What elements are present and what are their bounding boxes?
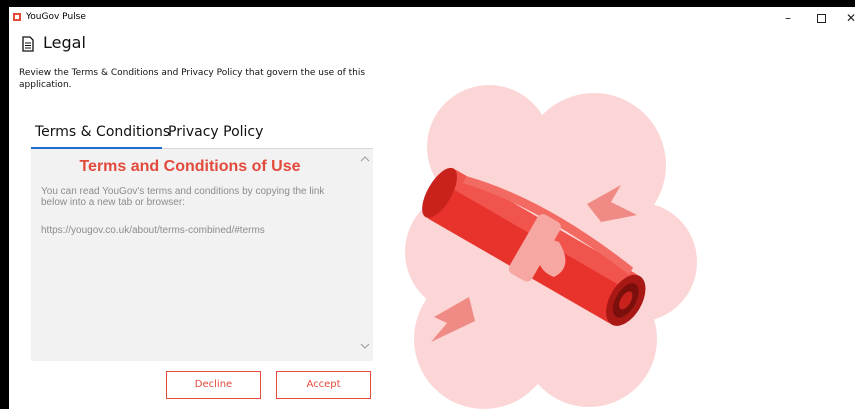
app-window: YouGov Pulse – ✕ Legal Review the Terms … (9, 7, 855, 409)
scroll-diploma-icon (405, 85, 697, 409)
scroll-down-icon[interactable] (359, 340, 371, 352)
scroll-up-icon[interactable] (359, 153, 371, 165)
tab-bar: Terms & Conditions Privacy Policy (31, 124, 373, 149)
page-title: Legal (43, 33, 86, 52)
terms-link[interactable]: https://yougov.co.uk/about/terms-combine… (41, 225, 341, 236)
app-icon (13, 13, 21, 21)
content-body: You can read YouGov's terms and conditio… (41, 186, 325, 208)
document-icon (22, 36, 34, 52)
content-heading: Terms and Conditions of Use (79, 158, 301, 175)
maximize-button[interactable] (805, 7, 837, 29)
minimize-button[interactable]: – (772, 7, 804, 29)
terms-content-panel[interactable]: Terms and Conditions of Use You can read… (31, 149, 373, 361)
app-title: YouGov Pulse (26, 12, 86, 22)
decline-button[interactable]: Decline (166, 371, 261, 399)
page-description: Review the Terms & Conditions and Privac… (19, 68, 366, 90)
title-bar: YouGov Pulse – ✕ (9, 7, 855, 29)
tab-terms-conditions[interactable]: Terms & Conditions (35, 124, 170, 140)
close-button[interactable]: ✕ (835, 7, 855, 29)
maximize-icon (816, 14, 826, 23)
tab-privacy-policy[interactable]: Privacy Policy (168, 124, 263, 140)
accept-button[interactable]: Accept (276, 371, 371, 399)
